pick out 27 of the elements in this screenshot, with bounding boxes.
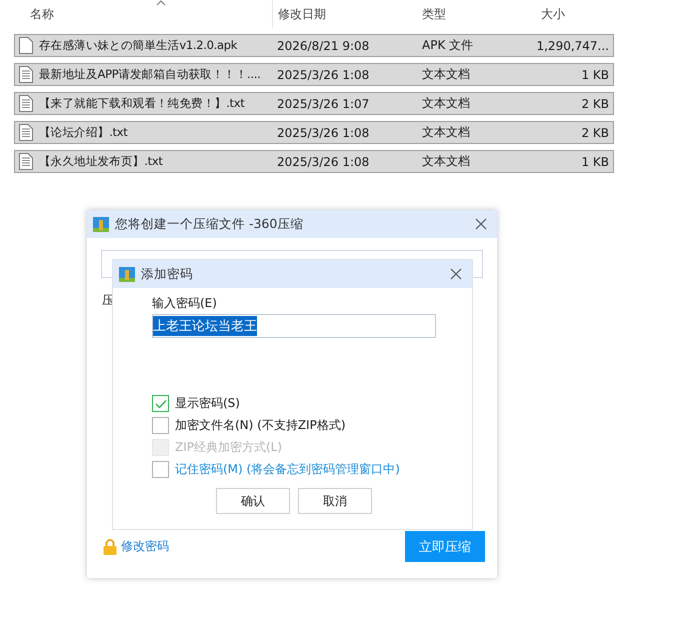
file-name: 【来了就能下载和观看！纯免费！】.txt [39,96,244,111]
file-type: 文本文档 [422,124,470,141]
file-type: 文本文档 [422,153,470,170]
dialog-title: 添加密码 [141,266,194,282]
file-type: APK 文件 [422,37,474,54]
file-name: 存在感薄い妹との簡単生活v1.2.0.apk [39,38,238,53]
modified-date: 2025/3/26 1:07 [277,96,370,110]
file-size: 1,290,747... [536,38,609,52]
modified-date: 2025/3/26 1:08 [277,68,370,82]
modified-date: 2025/3/26 1:08 [277,126,370,140]
modified-date: 2025/3/26 1:08 [277,154,370,168]
file-size: 2 KB [581,126,609,140]
file-size: 2 KB [581,96,609,110]
file-size: 1 KB [581,68,609,82]
window-title: 您将创建一个压缩文件 -360压缩 [115,216,304,232]
file-name: 最新地址及APP请发邮箱自动获取！！！.... [39,67,260,82]
field-label: 输入密码(E) [152,295,218,312]
file-name: 【论坛介绍】.txt [39,125,128,140]
selected-text: 上老王论坛当老王 [153,316,257,336]
file-type: 文本文档 [422,66,470,83]
option-label: ZIP经典加密方式(L) [175,439,282,456]
file-type: 文本文档 [422,95,470,112]
option-label: 加密文件名(N) (不支持ZIP格式) [175,417,346,434]
file-size: 1 KB [581,154,609,168]
option-label: 显示密码(S) [175,395,240,412]
file-name: 【永久地址发布页】.txt [39,154,163,169]
modified-date: 2026/8/21 9:08 [277,38,370,52]
